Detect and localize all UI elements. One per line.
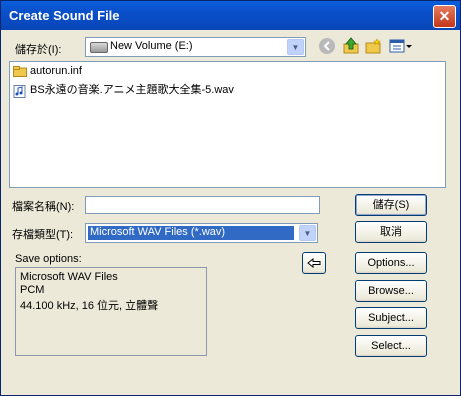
- arrow-left-icon: [307, 257, 321, 269]
- chevron-down-icon[interactable]: ▼: [299, 225, 316, 241]
- cancel-button[interactable]: 取消: [355, 221, 427, 243]
- browse-button[interactable]: Browse...: [355, 280, 427, 302]
- folder-icon: [13, 65, 27, 77]
- save-options-line: 44.100 kHz, 16 位元, 立體聲: [20, 300, 159, 312]
- save-options-box: Microsoft WAV Files PCM 44.100 kHz, 16 位…: [15, 267, 207, 356]
- file-name: autorun.inf: [30, 65, 82, 77]
- dialog-title: Create Sound File: [9, 8, 120, 23]
- chevron-down-icon[interactable]: ▼: [287, 39, 304, 55]
- save-options-line: PCM: [20, 284, 45, 296]
- file-list[interactable]: autorun.inf BS永遠の音楽.アニメ主題歌大全集-5.wav: [9, 61, 446, 188]
- select-button[interactable]: Select...: [355, 335, 427, 357]
- filename-input[interactable]: [85, 196, 320, 214]
- subject-button[interactable]: Subject...: [355, 307, 427, 329]
- save-in-label: 儲存於(I):: [15, 44, 62, 56]
- back-icon[interactable]: [319, 38, 335, 54]
- filetype-label: 存檔類型(T):: [12, 229, 74, 241]
- filename-label: 檔案名稱(N):: [12, 201, 75, 213]
- new-folder-icon[interactable]: [365, 38, 381, 54]
- dialog-window: Create Sound File ✕ 儲存於(I): New Volume (…: [0, 0, 461, 396]
- filetype-value: Microsoft WAV Files (*.wav): [88, 226, 294, 240]
- drive-icon: [90, 42, 108, 53]
- audio-file-icon: [13, 84, 27, 98]
- save-in-value: New Volume (E:): [110, 40, 193, 52]
- options-button[interactable]: Options...: [355, 252, 427, 274]
- save-options-label: Save options:: [15, 253, 82, 265]
- filetype-dropdown[interactable]: Microsoft WAV Files (*.wav) ▼: [85, 223, 318, 243]
- list-item[interactable]: autorun.inf: [13, 65, 82, 77]
- title-bar[interactable]: Create Sound File ✕: [1, 1, 460, 30]
- view-menu-icon[interactable]: [389, 38, 413, 54]
- up-folder-icon[interactable]: [342, 37, 359, 54]
- save-options-line: Microsoft WAV Files: [20, 271, 118, 283]
- file-name: BS永遠の音楽.アニメ主題歌大全集-5.wav: [30, 84, 234, 96]
- close-button[interactable]: ✕: [433, 5, 456, 28]
- save-in-dropdown[interactable]: New Volume (E:) ▼: [85, 37, 306, 57]
- save-button[interactable]: 儲存(S): [355, 194, 427, 216]
- list-item[interactable]: BS永遠の音楽.アニメ主題歌大全集-5.wav: [13, 81, 234, 98]
- arrow-left-button[interactable]: [302, 252, 326, 274]
